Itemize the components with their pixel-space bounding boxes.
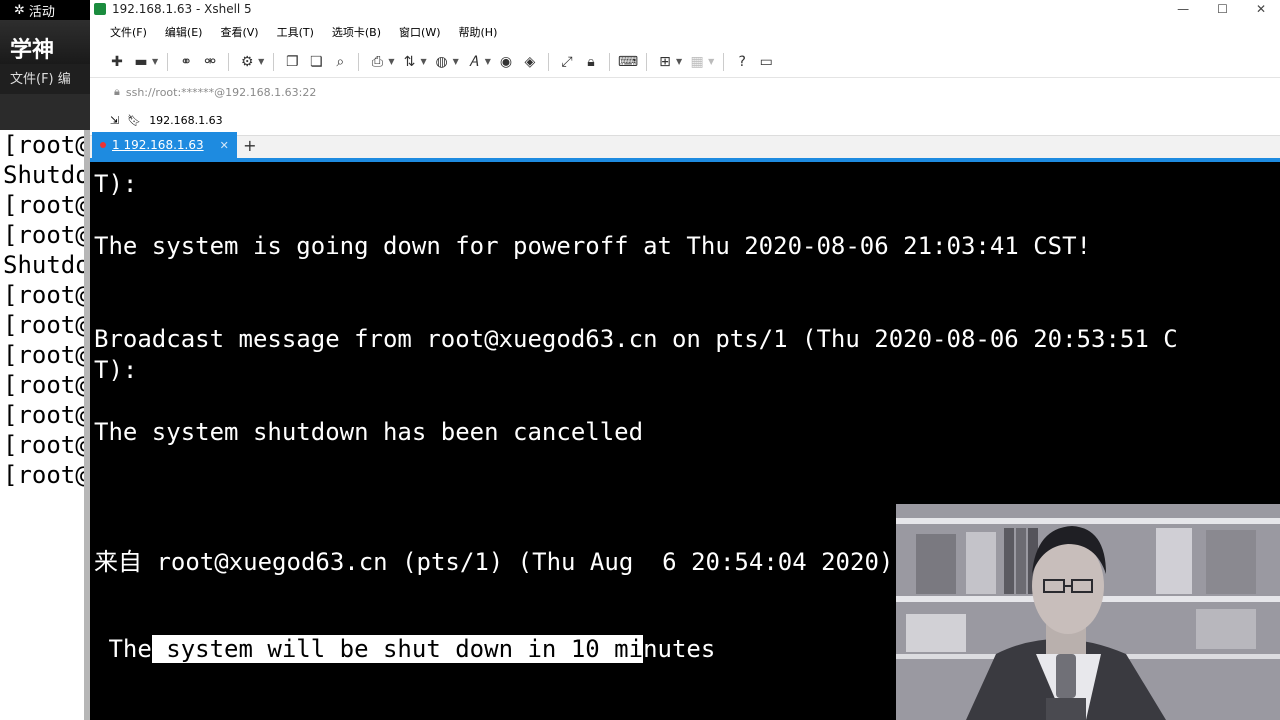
toolbar-divider (723, 52, 725, 71)
menu-view[interactable]: 查看(V) (220, 24, 258, 40)
chevron-down-icon[interactable]: ▼ (453, 57, 459, 66)
chevron-down-icon[interactable]: ▼ (152, 57, 158, 66)
new-tab-button[interactable]: + (237, 132, 263, 158)
xftp-icon[interactable]: ◉ (497, 53, 515, 71)
session-manager-icon[interactable]: ⇲ (110, 114, 119, 127)
chevron-down-icon[interactable]: ▼ (485, 57, 491, 66)
bg-window-toolbar (0, 94, 90, 130)
settings-icon[interactable]: ⚙ (238, 53, 256, 71)
script-icon[interactable]: ◈ (521, 53, 539, 71)
print-icon[interactable]: ⎙ (368, 53, 386, 71)
bg-line: [root@ (3, 131, 84, 159)
chevron-down-icon[interactable]: ▼ (676, 57, 682, 66)
bg-window-menubar[interactable]: 文件(F) 编 (0, 64, 90, 94)
links-bar: ⇲ 🔖︎ 192.168.1.63 (90, 106, 1280, 136)
chevron-down-icon[interactable]: ▼ (258, 57, 264, 66)
xshell-titlebar[interactable]: 192.168.1.63 - Xshell 5 — ☐ ✕ (90, 0, 1280, 18)
add-tab-icon[interactable]: ⊞ (656, 53, 674, 71)
toolbar-divider (358, 52, 360, 71)
chat-icon[interactable]: ▭ (757, 53, 775, 71)
bg-line: Shutdo (3, 251, 84, 279)
minimize-icon[interactable]: — (1177, 2, 1189, 16)
terminal-line: T): (94, 356, 138, 384)
lock-icon: 🔒︎ (114, 85, 120, 98)
new-session-icon[interactable]: ✚ (108, 53, 126, 71)
selected-text[interactable]: system will be shut down in 10 mi (151, 635, 644, 663)
chevron-down-icon[interactable]: ▼ (420, 57, 426, 66)
bg-line: Shutdo (3, 161, 84, 189)
activities-icon: ✲ (14, 2, 25, 18)
toolbar-divider (273, 52, 275, 71)
activities-button[interactable]: ✲ 活动 (0, 0, 90, 20)
webcam-overlay (896, 504, 1280, 720)
keyboard-icon[interactable]: ⌨ (618, 53, 638, 71)
bg-line: [root@ (3, 431, 84, 459)
bg-terminal-content[interactable]: [root@ Shutdo [root@ [root@ Shutdo [root… (0, 130, 84, 720)
toolbar-divider (547, 52, 549, 71)
status-dot-icon (100, 142, 106, 148)
line-pre: The (94, 635, 152, 663)
bg-line: [root@ (3, 311, 84, 339)
chevron-down-icon[interactable]: ▼ (388, 57, 394, 66)
activities-label: 活动 (28, 4, 55, 20)
transfer-icon[interactable]: ⇅ (400, 53, 418, 71)
toolbar-divider (228, 52, 230, 71)
disconnect-icon[interactable]: ⚮ (201, 53, 219, 71)
bg-line: [root@ (3, 341, 84, 369)
toolbar-divider (167, 52, 169, 71)
layout-icon[interactable]: ▦ (688, 53, 706, 71)
chevron-down-icon[interactable]: ▼ (708, 57, 714, 66)
bg-line: [root@ (3, 401, 84, 429)
maximize-icon[interactable]: ☐ (1217, 2, 1228, 16)
bg-line: [root@ (3, 371, 84, 399)
connect-icon[interactable]: ⚭ (177, 53, 195, 71)
close-icon[interactable]: ✕ (1256, 2, 1266, 16)
link-session[interactable]: 192.168.1.63 (149, 114, 222, 127)
line-post: nutes (643, 635, 716, 663)
bg-line: [root@ (3, 281, 84, 309)
fullscreen-icon[interactable]: ⤢ (558, 53, 576, 71)
close-tab-icon[interactable]: ✕ (220, 139, 229, 152)
bg-line: [root@ (3, 461, 84, 489)
menu-tab[interactable]: 选项卡(B) (332, 24, 381, 40)
menu-edit[interactable]: 编辑(E) (165, 24, 203, 40)
globe-icon[interactable]: ◍ (433, 53, 451, 71)
xshell-app-icon (94, 3, 106, 15)
terminal-line: Broadcast message from root@xuegod63.cn … (94, 325, 1178, 353)
toolbar-divider (645, 52, 647, 71)
toolbar: ✚ ▬ ▼ ⚭ ⚮ ⚙ ▼ ❐ ❏ ⌕ ⎙ ▼ ⇅ ▼ ◍ ▼ 𝐴 ▼ ◉ ◈ ⤢ 🔒︎ ⌨… (90, 46, 1280, 78)
copy-icon[interactable]: ❐ (283, 53, 301, 71)
font-icon[interactable]: 𝐴 (465, 53, 483, 71)
address-bar[interactable]: 🔒︎ ssh://root:******@192.168.1.63:22 (90, 78, 1280, 106)
search-icon[interactable]: ⌕ (331, 53, 349, 71)
menu-bar: 文件(F) 编辑(E) 查看(V) 工具(T) 选项卡(B) 窗口(W) 帮助(… (90, 18, 1280, 46)
menu-help[interactable]: 帮助(H) (459, 24, 498, 40)
window-title: 192.168.1.63 - Xshell 5 (112, 2, 252, 16)
session-tab-label: 1 192.168.1.63 (112, 138, 204, 152)
tab-bar: 1 192.168.1.63 ✕ + (90, 132, 1280, 162)
terminal-line-selected[interactable]: The system will be shut down in 10 minut… (94, 635, 715, 663)
terminal-line: The system is going down for poweroff at… (94, 232, 1091, 260)
menu-window[interactable]: 窗口(W) (399, 24, 440, 40)
menu-tools[interactable]: 工具(T) (277, 24, 314, 40)
address-text[interactable]: ssh://root:******@192.168.1.63:22 (126, 86, 317, 99)
help-icon[interactable]: ? (733, 53, 751, 71)
bg-window-title: 学神 (0, 20, 90, 64)
presenter-photo (896, 504, 1280, 720)
bg-line: [root@ (3, 191, 84, 219)
terminal-line: The system shutdown has been cancelled (94, 418, 644, 446)
background-terminal-window[interactable]: 学神 文件(F) 编 [root@ Shutdo [root@ [root@ S… (0, 20, 90, 720)
toolbar-divider (608, 52, 610, 71)
menu-file[interactable]: 文件(F) (110, 24, 147, 40)
bookmark-icon[interactable]: 🔖︎ (127, 114, 141, 127)
terminal-line: T): (94, 170, 138, 198)
terminal-line: 来自 root@xuegod63.cn (pts/1) (Thu Aug 6 2… (94, 548, 908, 576)
open-folder-icon[interactable]: ▬ (132, 53, 150, 71)
lock-icon[interactable]: 🔒︎ (582, 53, 600, 71)
bg-line: [root@ (3, 221, 84, 249)
paste-icon[interactable]: ❏ (307, 53, 325, 71)
session-tab[interactable]: 1 192.168.1.63 ✕ (92, 132, 237, 158)
